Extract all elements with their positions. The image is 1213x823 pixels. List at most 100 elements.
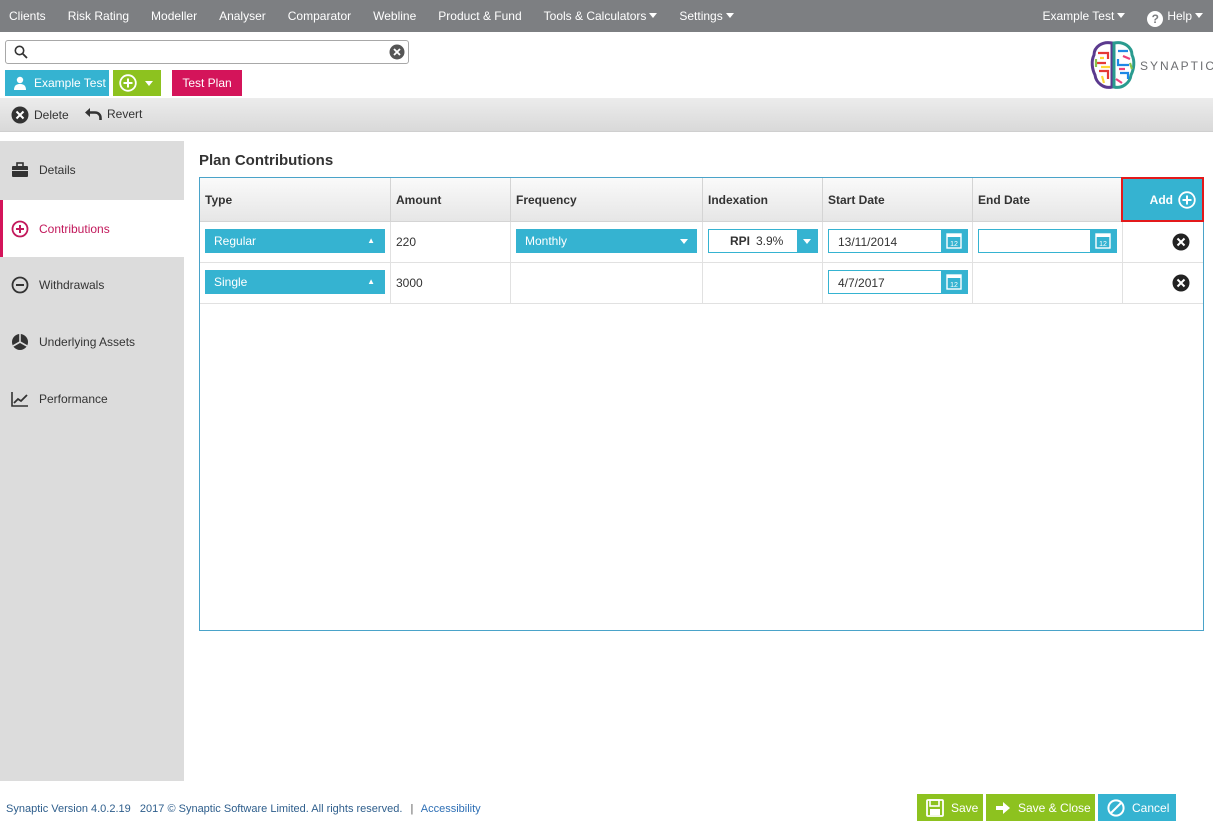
frequency-select[interactable]: Monthly — [516, 229, 697, 253]
remove-row-icon[interactable] — [1172, 233, 1190, 251]
type-select[interactable]: Regular ▲ — [205, 229, 385, 253]
nav-product-fund[interactable]: Product & Fund — [427, 0, 532, 32]
indexation-label: RPI — [730, 234, 751, 248]
table-row: Regular ▲ 220 Monthly RPI 3.9% 12 — [200, 222, 1203, 263]
start-date-input[interactable] — [838, 275, 938, 291]
revert-button[interactable]: Revert — [84, 106, 142, 122]
indexation-dropdown-button[interactable] — [797, 230, 817, 252]
end-date-field: 12 — [978, 229, 1117, 253]
line-chart-icon — [11, 391, 28, 407]
nav-comparator[interactable]: Comparator — [277, 0, 362, 32]
client-tab-label: Example Test — [34, 76, 106, 90]
nav-tools-label: Tools & Calculators — [543, 9, 647, 23]
nav-settings[interactable]: Settings — [668, 0, 744, 32]
calendar-icon: 12 — [1095, 233, 1111, 249]
add-contribution-button[interactable]: Add — [1121, 177, 1204, 222]
caret-down-icon — [1117, 13, 1126, 18]
nav-clients[interactable]: Clients — [0, 0, 57, 32]
briefcase-icon — [12, 161, 28, 177]
cell-type: Regular ▲ — [200, 222, 391, 262]
search-input[interactable] — [32, 43, 392, 61]
save-and-close-label: Save & Close — [1018, 800, 1091, 815]
start-date-input[interactable] — [838, 234, 938, 250]
calendar-button[interactable]: 12 — [1090, 230, 1116, 252]
save-button[interactable]: Save — [917, 794, 983, 821]
sidebar-item-details[interactable]: Details — [0, 141, 184, 198]
minus-circle-icon — [11, 276, 29, 293]
nav-modeller[interactable]: Modeller — [140, 0, 208, 32]
nav-webline[interactable]: Webline — [362, 0, 427, 32]
arrow-right-icon — [996, 801, 1010, 814]
sidebar-item-underlying-assets[interactable]: Underlying Assets — [0, 313, 184, 370]
caret-down-icon — [803, 239, 811, 244]
start-date-field: 12 — [828, 229, 968, 253]
caret-down-icon — [725, 13, 734, 18]
column-header-amount: Amount — [391, 178, 511, 222]
contributions-grid: Type Amount Frequency Indexation Start D… — [199, 177, 1204, 631]
cell-actions — [1123, 222, 1203, 262]
svg-text:12: 12 — [1099, 241, 1107, 248]
help-icon: ? — [1147, 11, 1164, 27]
cell-indexation: RPI 3.9% — [703, 222, 823, 262]
person-icon — [14, 76, 26, 90]
amount-value[interactable]: 3000 — [396, 263, 423, 303]
indexation-select[interactable]: RPI 3.9% — [708, 229, 818, 253]
column-header-type: Type — [200, 178, 391, 222]
search-box — [5, 40, 409, 64]
nav-analyser[interactable]: Analyser — [208, 0, 277, 32]
brain-logo-icon — [1090, 41, 1136, 89]
cell-frequency — [511, 263, 703, 303]
calendar-button[interactable]: 12 — [941, 271, 967, 293]
delete-button[interactable]: Delete — [11, 106, 69, 124]
plan-tab[interactable]: Test Plan — [172, 70, 242, 96]
undo-icon — [85, 108, 102, 120]
type-select-value: Regular — [214, 234, 257, 248]
sidebar-item-label: Underlying Assets — [39, 334, 136, 349]
type-select[interactable]: Single ▲ — [205, 270, 385, 294]
sidebar-item-withdrawals[interactable]: Withdrawals — [0, 256, 184, 313]
synaptic-logo: SYNAPTIC — [1090, 39, 1213, 93]
cell-end-date — [973, 263, 1123, 303]
cell-end-date: 12 — [973, 222, 1123, 262]
cell-indexation — [703, 263, 823, 303]
amount-value[interactable]: 220 — [396, 222, 416, 262]
table-row: Single ▲ 3000 12 — [200, 263, 1203, 304]
nav-risk-rating[interactable]: Risk Rating — [57, 0, 140, 32]
column-header-frequency: Frequency — [511, 178, 703, 222]
pie-icon — [12, 333, 28, 350]
plus-circle-icon — [11, 220, 29, 237]
nav-help-menu[interactable]: ? Help — [1136, 0, 1213, 32]
plan-sidebar: Details Contributions Withdrawals Underl… — [0, 141, 184, 781]
cancel-button[interactable]: Cancel — [1098, 794, 1176, 821]
revert-label: Revert — [107, 107, 143, 121]
floppy-disk-icon — [926, 798, 944, 817]
calendar-button[interactable]: 12 — [941, 230, 967, 252]
accessibility-link[interactable]: Accessibility — [421, 803, 481, 815]
nav-settings-label: Settings — [679, 9, 723, 23]
sidebar-item-label: Details — [39, 162, 76, 177]
type-select-value: Single — [214, 275, 248, 289]
cell-start-date: 12 — [823, 222, 973, 262]
column-header-indexation: Indexation — [703, 178, 823, 222]
client-tab[interactable]: Example Test — [5, 70, 109, 96]
copyright-text: 2017 © Synaptic Software Limited. All ri… — [139, 803, 403, 815]
nav-user-menu[interactable]: Example Test — [1032, 0, 1137, 32]
page-title: Plan Contributions — [199, 152, 334, 169]
up-down-arrows-icon: ▲ — [367, 236, 375, 245]
add-plan-dropdown[interactable] — [113, 70, 161, 96]
remove-row-icon[interactable] — [1172, 274, 1190, 292]
save-and-close-button[interactable]: Save & Close — [986, 794, 1095, 821]
caret-down-icon — [649, 13, 658, 18]
cell-start-date: 12 — [823, 263, 973, 303]
cell-type: Single ▲ — [200, 263, 391, 303]
top-nav: Clients Risk Rating Modeller Analyser Co… — [0, 0, 1213, 32]
sidebar-item-contributions[interactable]: Contributions — [0, 200, 184, 257]
start-date-field: 12 — [828, 270, 968, 294]
nav-tools-calculators[interactable]: Tools & Calculators — [533, 0, 669, 32]
nav-help-label: Help — [1167, 9, 1192, 23]
clear-search-icon[interactable] — [389, 44, 405, 60]
end-date-input[interactable] — [988, 234, 1088, 250]
sidebar-item-performance[interactable]: Performance — [0, 370, 184, 427]
cell-actions — [1123, 263, 1203, 303]
action-toolbar: Delete Revert — [0, 98, 1213, 132]
